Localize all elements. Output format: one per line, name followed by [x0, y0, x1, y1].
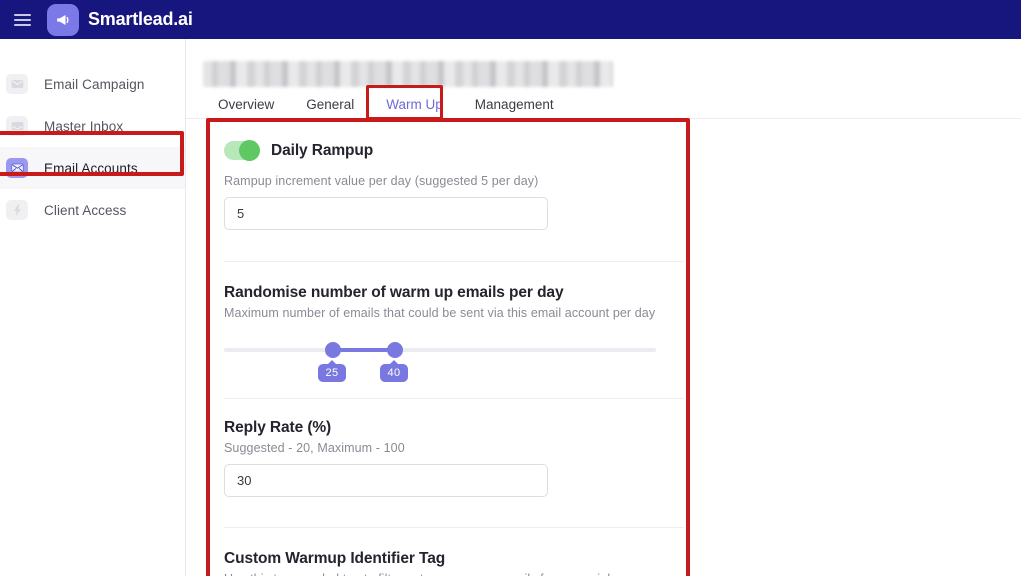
tab-label: General — [306, 97, 354, 112]
mail-accounts-icon — [6, 158, 28, 178]
tab-management[interactable]: Management — [459, 91, 570, 121]
sidebar-item-master-inbox[interactable]: Master Inbox — [0, 105, 185, 147]
reply-rate-value: 30 — [237, 473, 251, 488]
section-title: Reply Rate (%) — [224, 399, 1021, 437]
sidebar: Email Campaign Master Inbox Email Accoun… — [0, 39, 186, 576]
menu-collapse-icon[interactable] — [8, 6, 36, 34]
tab-bar: Overview General Warm Up Management — [202, 91, 570, 121]
reply-rate-input[interactable]: 30 — [224, 464, 548, 497]
sidebar-item-label: Master Inbox — [44, 119, 123, 134]
tab-label: Management — [475, 97, 554, 112]
menu-line-1 — [14, 14, 31, 16]
sidebar-item-client-access[interactable]: Client Access — [0, 189, 185, 231]
redacted-account-title — [203, 61, 613, 87]
tab-overview[interactable]: Overview — [202, 91, 290, 121]
section-daily-rampup: Daily Rampup Rampup increment value per … — [208, 119, 1021, 261]
section-subtitle: Use this two-worded tag to filter out an… — [224, 572, 1021, 576]
section-reply-rate: Reply Rate (%) Suggested - 20, Maximum -… — [208, 399, 1021, 527]
sidebar-item-email-accounts[interactable]: Email Accounts — [0, 147, 185, 189]
menu-line-2 — [14, 19, 31, 21]
sidebar-item-label: Email Campaign — [44, 77, 144, 92]
section-randomise: Randomise number of warm up emails per d… — [208, 262, 1021, 398]
section-title: Randomise number of warm up emails per d… — [224, 262, 1021, 302]
brand[interactable]: Smartlead.ai — [47, 4, 193, 36]
inbox-icon — [6, 116, 28, 136]
section-title: Custom Warmup Identifier Tag — [224, 528, 1021, 568]
rampup-field-label: Rampup increment value per day (suggeste… — [224, 174, 1021, 188]
sidebar-item-label: Client Access — [44, 203, 126, 218]
envelope-icon — [6, 74, 28, 94]
brand-name: Smartlead.ai — [88, 9, 193, 30]
app-root: Smartlead.ai Email Campaign Master Inbox — [0, 0, 1021, 576]
slider-handle-min[interactable] — [325, 342, 341, 358]
megaphone-icon — [47, 4, 79, 36]
section-title: Daily Rampup — [271, 142, 373, 160]
lightning-bolt-icon — [6, 200, 28, 220]
slider-track[interactable] — [224, 348, 656, 352]
section-subtitle: Maximum number of emails that could be s… — [224, 306, 1021, 320]
top-bar: Smartlead.ai — [0, 0, 1021, 39]
tab-general[interactable]: General — [290, 91, 370, 121]
section-subtitle: Suggested - 20, Maximum - 100 — [224, 441, 1021, 455]
warmup-range-slider[interactable]: 25 40 — [224, 340, 656, 386]
menu-line-3 — [14, 24, 31, 26]
slider-handle-max[interactable] — [387, 342, 403, 358]
warm-up-settings-panel: Daily Rampup Rampup increment value per … — [208, 119, 1021, 576]
rampup-increment-value: 5 — [237, 206, 244, 221]
daily-rampup-toggle[interactable] — [224, 141, 260, 160]
slider-selected-range — [332, 348, 394, 352]
rampup-increment-input[interactable]: 5 — [224, 197, 548, 230]
slider-min-value: 25 — [318, 364, 346, 382]
tab-warm-up[interactable]: Warm Up — [370, 91, 459, 121]
tab-label: Overview — [218, 97, 274, 112]
section-custom-warmup-tag: Custom Warmup Identifier Tag Use this tw… — [208, 528, 1021, 576]
sidebar-item-label: Email Accounts — [44, 161, 138, 176]
slider-max-value: 40 — [380, 364, 408, 382]
sidebar-item-email-campaign[interactable]: Email Campaign — [0, 63, 185, 105]
tab-label: Warm Up — [386, 97, 443, 112]
main-content: Overview General Warm Up Management Dail… — [186, 39, 1021, 576]
toggle-knob — [239, 140, 260, 161]
daily-rampup-toggle-row: Daily Rampup — [224, 119, 1021, 160]
